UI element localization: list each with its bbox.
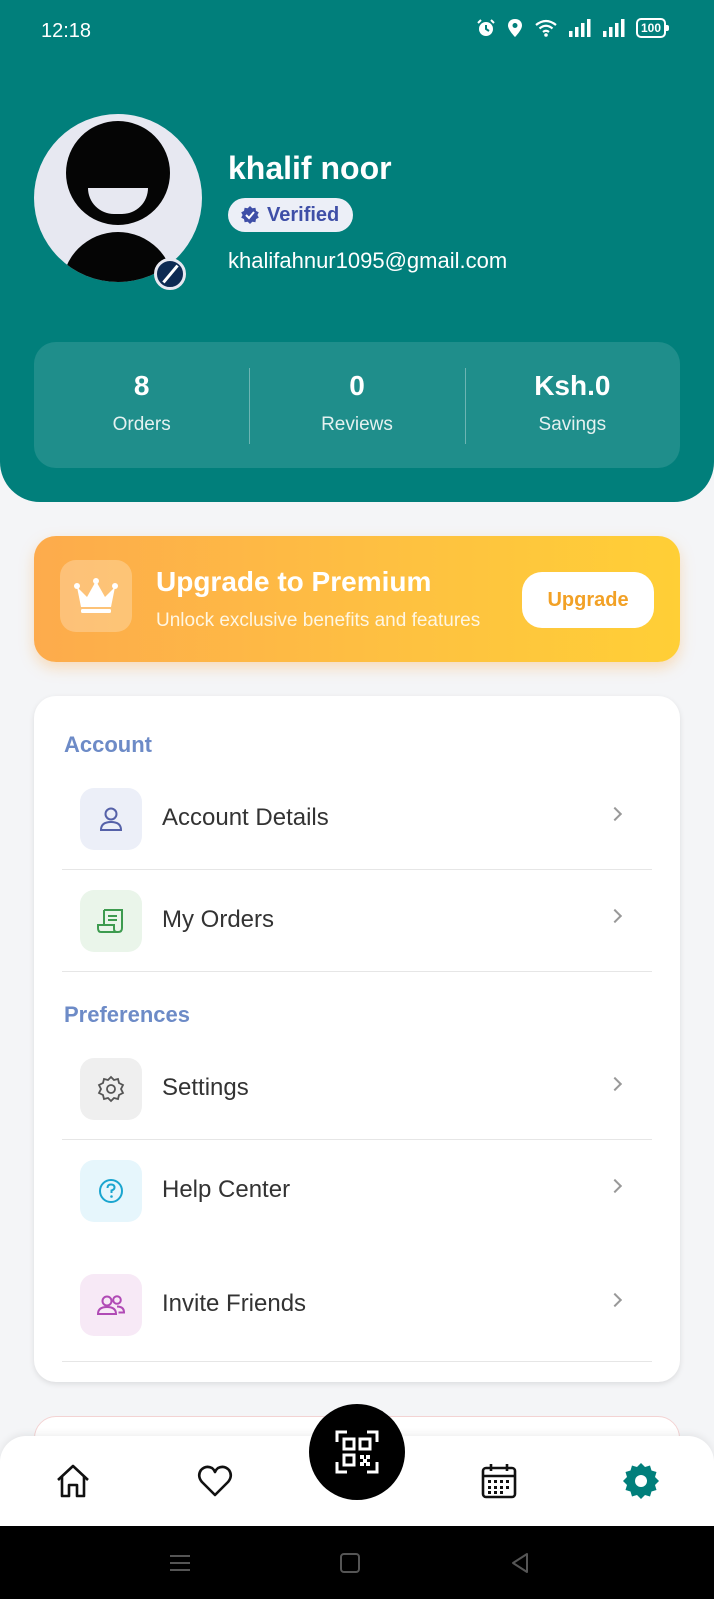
menu-item-account-details[interactable]: Account Details [62, 768, 652, 870]
menu-label: Account Details [162, 804, 329, 831]
stat-orders[interactable]: 8 Orders [34, 342, 249, 468]
battery-icon: 100 [635, 18, 670, 38]
chevron-right-icon [607, 1076, 623, 1092]
location-icon [507, 19, 522, 37]
section-title-account: Account [64, 732, 152, 757]
premium-title: Upgrade to Premium [156, 566, 432, 597]
square-icon [340, 1553, 360, 1573]
qr-code-icon [335, 1430, 379, 1474]
chevron-right-icon [607, 1178, 623, 1194]
edit-avatar-icon[interactable] [154, 258, 186, 290]
nav-favorites[interactable] [190, 1456, 240, 1506]
menu-item-settings[interactable]: Settings [62, 1038, 652, 1140]
system-back-button[interactable] [505, 1548, 535, 1578]
stat-label: Orders [112, 414, 171, 435]
signal-icon [568, 19, 591, 37]
menu-label: Settings [162, 1074, 249, 1101]
menu-icon-box [80, 1058, 142, 1120]
qr-scan-button[interactable] [309, 1404, 405, 1500]
nav-home[interactable] [48, 1456, 98, 1506]
chevron-right-icon [607, 1292, 623, 1308]
stat-value: Ksh.0 [534, 370, 611, 401]
profile-name: khalif noor [228, 150, 392, 186]
menu-icon-box [80, 1274, 142, 1336]
alarm-icon [477, 19, 495, 36]
system-nav-bar [0, 1526, 714, 1599]
crown-icon-box [60, 560, 132, 632]
verified-check-icon [241, 206, 259, 224]
menu-item-invite-friends[interactable]: Invite Friends [62, 1254, 652, 1362]
gear-icon [97, 1075, 125, 1103]
wifi-icon [535, 19, 557, 37]
premium-card[interactable]: Upgrade to Premium Unlock exclusive bene… [34, 536, 680, 662]
status-icons: 100 [476, 18, 670, 38]
premium-subtitle: Unlock exclusive benefits and features [156, 610, 481, 631]
nav-settings[interactable] [616, 1456, 666, 1506]
stat-value: 8 [133, 370, 150, 401]
section-title-preferences: Preferences [64, 1002, 190, 1027]
home-icon [57, 1464, 89, 1498]
menu-item-help-center[interactable]: Help Center [62, 1140, 652, 1242]
help-icon [99, 1179, 123, 1203]
system-home-button[interactable] [335, 1548, 365, 1578]
profile-email: khalifahnur1095@gmail.com [228, 248, 508, 273]
menu-card: Account Account Details My Orders Prefer… [34, 696, 680, 1382]
status-bar: 12:18 100 [0, 0, 714, 64]
profile-header: khalif noor Verified khalifahnur1095@gma… [0, 0, 714, 502]
calendar-icon [481, 1464, 517, 1499]
users-icon [96, 1295, 126, 1315]
upgrade-button[interactable]: Upgrade [522, 572, 654, 628]
stats-card: 8 Orders 0 Reviews Ksh.0 Savings [34, 342, 680, 468]
status-time: 12:18 [41, 20, 92, 42]
avatar[interactable] [34, 114, 202, 282]
stat-reviews[interactable]: 0 Reviews [249, 342, 464, 468]
menu-item-my-orders[interactable]: My Orders [62, 870, 652, 972]
chevron-right-icon [607, 908, 623, 924]
user-icon [99, 807, 123, 831]
menu-icon-box [80, 1160, 142, 1222]
stat-label: Reviews [321, 414, 393, 435]
menu-label: My Orders [162, 906, 275, 933]
receipt-icon [97, 909, 123, 933]
verified-label: Verified [267, 203, 340, 226]
nav-calendar[interactable] [474, 1456, 524, 1506]
verified-badge: Verified [228, 198, 354, 232]
menu-icon [170, 1555, 190, 1571]
stat-label: Savings [538, 414, 607, 435]
gear-icon [623, 1463, 659, 1499]
chevron-right-icon [607, 806, 623, 822]
crown-icon [74, 578, 118, 613]
system-menu-button[interactable] [165, 1548, 195, 1578]
heart-icon [197, 1465, 233, 1497]
menu-icon-box [80, 890, 142, 952]
stat-savings[interactable]: Ksh.0 Savings [464, 342, 680, 468]
menu-label: Help Center [162, 1176, 291, 1203]
menu-icon-box [80, 788, 142, 850]
stat-value: 0 [349, 370, 365, 401]
back-triangle-icon [512, 1553, 528, 1573]
signal-icon [602, 19, 625, 37]
menu-label: Invite Friends [162, 1290, 307, 1317]
